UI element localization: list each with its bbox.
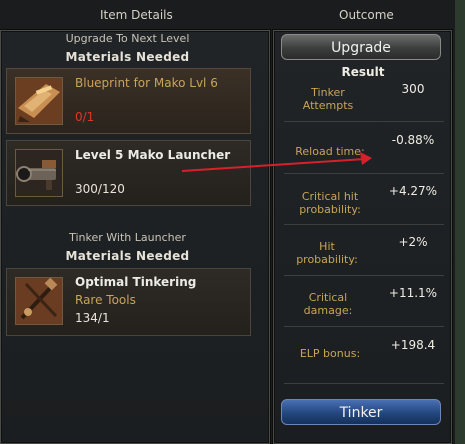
annotation-arrow	[181, 152, 372, 172]
